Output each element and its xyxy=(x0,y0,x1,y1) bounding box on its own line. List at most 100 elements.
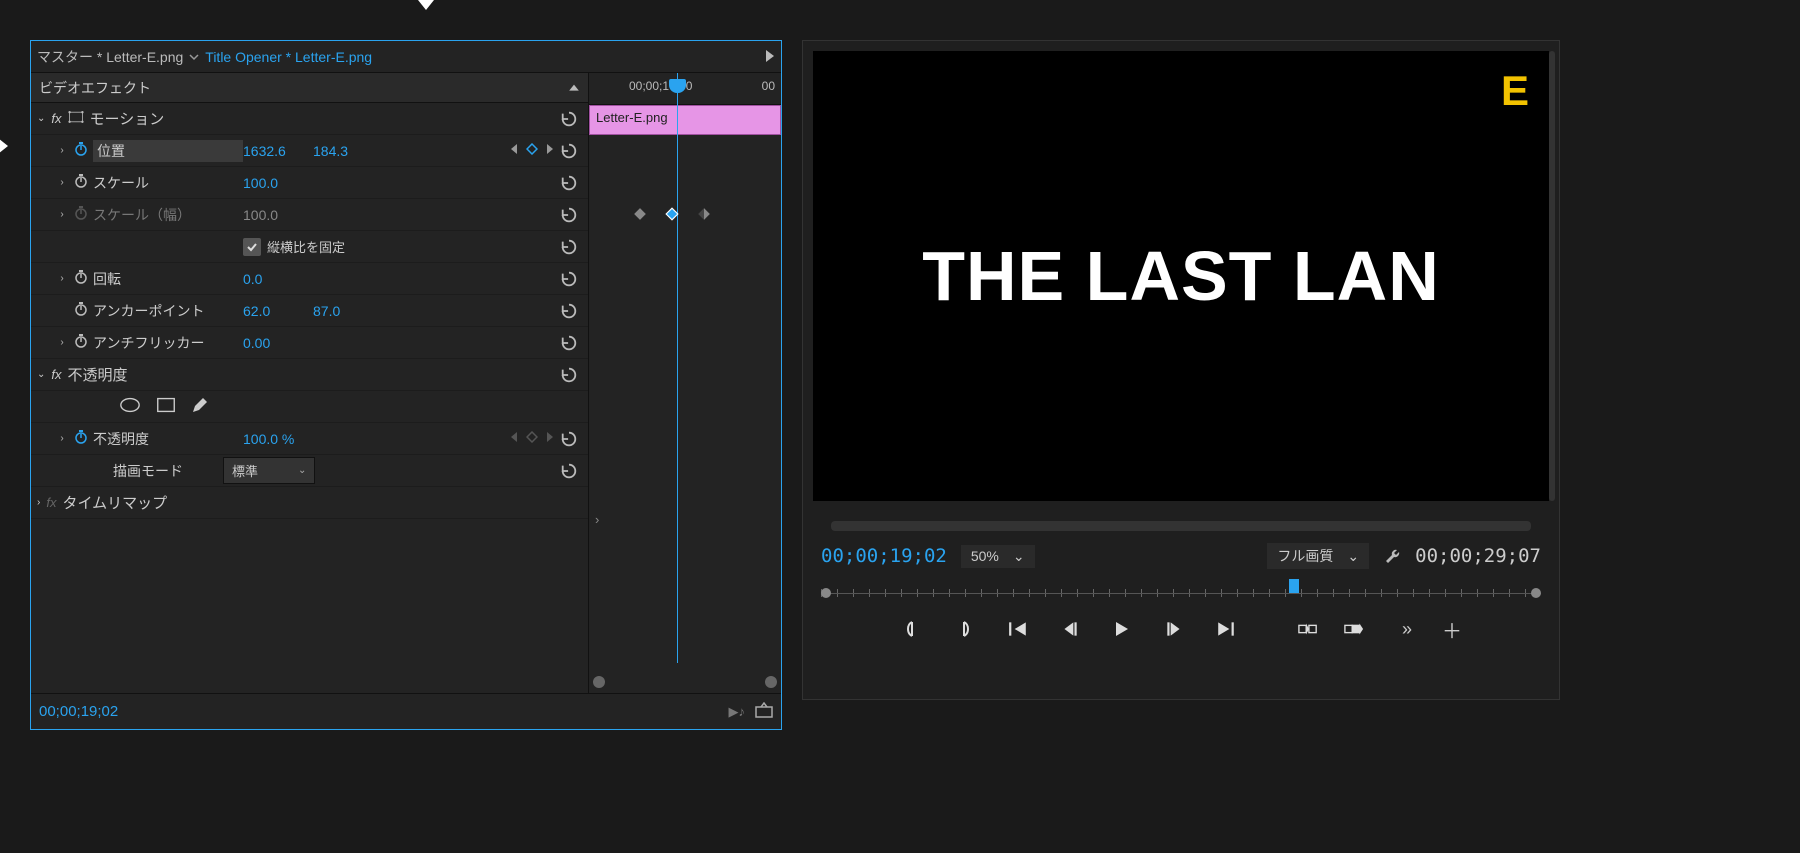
chevron-right-icon[interactable]: › xyxy=(55,145,69,156)
go-to-out-button[interactable] xyxy=(1212,615,1240,643)
sequence-clip-label[interactable]: Title Opener * Letter-E.png xyxy=(205,49,372,65)
reset-icon[interactable] xyxy=(556,238,582,256)
chevron-right-icon[interactable]: › xyxy=(55,433,69,444)
opacity-group-header[interactable]: ⌄ fx 不透明度 xyxy=(31,359,588,391)
stopwatch-icon[interactable] xyxy=(73,141,89,160)
master-clip-label[interactable]: マスター * Letter-E.png xyxy=(37,47,183,67)
antiflicker-value[interactable]: 0.00 xyxy=(243,335,313,351)
anchor-x-value[interactable]: 62.0 xyxy=(243,303,313,319)
rect-mask-icon[interactable] xyxy=(155,396,177,417)
video-effects-section[interactable]: ビデオエフェクト xyxy=(31,73,588,103)
more-buttons-icon[interactable]: » xyxy=(1402,619,1412,640)
monitor-scrub-bar[interactable] xyxy=(831,521,1531,531)
overwrite-button[interactable] xyxy=(1340,615,1368,643)
next-keyframe-icon[interactable] xyxy=(544,143,556,158)
scale-value[interactable]: 100.0 xyxy=(243,175,313,191)
motion-box-icon[interactable] xyxy=(68,109,84,128)
rotation-value[interactable]: 0.0 xyxy=(243,271,313,287)
timeline-scrollbar[interactable] xyxy=(593,677,777,687)
add-keyframe-icon[interactable] xyxy=(526,431,538,446)
timeline-ruler[interactable]: 0 00;00;16;00 00 xyxy=(589,73,781,105)
keyframe-half-icon[interactable] xyxy=(697,207,711,224)
loop-audio-icon[interactable]: ▶♪ xyxy=(729,704,746,720)
reset-icon[interactable] xyxy=(556,462,582,480)
scale-label[interactable]: スケール xyxy=(93,173,243,193)
collapse-up-icon[interactable] xyxy=(568,80,580,95)
playhead[interactable] xyxy=(677,73,678,663)
blendmode-dropdown[interactable]: 標準 ⌄ xyxy=(223,457,315,484)
timeline-clip[interactable]: Letter-E.png xyxy=(589,105,781,135)
position-y-value[interactable]: 184.3 xyxy=(313,143,383,159)
prev-keyframe-icon[interactable] xyxy=(508,143,520,158)
stopwatch-icon[interactable] xyxy=(73,269,89,288)
anchor-label[interactable]: アンカーポイント xyxy=(93,301,243,321)
position-keyframe-lane xyxy=(589,199,781,231)
chevron-right-icon[interactable]: › xyxy=(55,177,69,188)
ruler-playhead-icon[interactable] xyxy=(1289,579,1299,593)
prev-keyframe-icon[interactable] xyxy=(508,431,520,446)
reset-icon[interactable] xyxy=(556,302,582,320)
play-only-icon[interactable] xyxy=(765,49,775,65)
chevron-down-icon[interactable]: ⌄ xyxy=(37,369,45,380)
zoom-dropdown[interactable]: 50% ⌄ xyxy=(961,545,1035,568)
current-timecode[interactable]: 00;00;19;02 xyxy=(821,545,947,567)
stopwatch-icon[interactable] xyxy=(73,173,89,192)
opacity-value[interactable]: 100.0 % xyxy=(243,431,333,447)
add-keyframe-icon[interactable] xyxy=(526,143,538,158)
chevron-down-icon[interactable] xyxy=(189,49,199,65)
quality-dropdown[interactable]: フル画質 ⌄ xyxy=(1267,543,1369,569)
reset-icon[interactable] xyxy=(556,206,582,224)
reset-icon[interactable] xyxy=(556,142,582,160)
rotation-label[interactable]: 回転 xyxy=(93,269,243,289)
reset-icon[interactable] xyxy=(556,174,582,192)
effect-timeline[interactable]: 0 00;00;16;00 00 Letter-E.png › xyxy=(589,73,781,693)
reset-icon[interactable] xyxy=(556,366,582,384)
reset-icon[interactable] xyxy=(556,270,582,288)
position-x-value[interactable]: 1632.6 xyxy=(243,143,313,159)
chevron-right-icon[interactable]: › xyxy=(55,337,69,348)
step-forward-button[interactable] xyxy=(1160,615,1188,643)
ruler-end-knob[interactable] xyxy=(1531,588,1541,598)
antiflicker-label[interactable]: アンチフリッカー xyxy=(93,333,243,353)
reset-icon[interactable] xyxy=(556,334,582,352)
reset-icon[interactable] xyxy=(556,430,582,448)
footer-timecode[interactable]: 00;00;19;02 xyxy=(39,703,118,720)
chevron-right-icon[interactable]: › xyxy=(595,512,599,527)
export-frame-icon[interactable] xyxy=(755,702,773,721)
mark-out-button[interactable] xyxy=(952,615,980,643)
monitor-time-ruler[interactable] xyxy=(821,579,1541,603)
ruler-start-knob[interactable] xyxy=(821,588,831,598)
anchor-y-value[interactable]: 87.0 xyxy=(313,303,383,319)
lock-aspect-checkbox[interactable] xyxy=(243,238,261,256)
keyframe-diamond-icon[interactable] xyxy=(665,207,679,224)
stopwatch-icon[interactable] xyxy=(73,429,89,448)
position-label[interactable]: 位置 xyxy=(93,140,243,162)
chevron-right-icon[interactable]: › xyxy=(55,209,69,220)
next-keyframe-icon[interactable] xyxy=(544,431,556,446)
chevron-down-icon[interactable]: ⌄ xyxy=(37,113,45,124)
scroll-knob-right[interactable] xyxy=(765,676,777,688)
insert-button[interactable] xyxy=(1294,615,1322,643)
step-back-button[interactable] xyxy=(1056,615,1084,643)
scroll-knob-left[interactable] xyxy=(593,676,605,688)
wrench-icon[interactable] xyxy=(1383,546,1401,567)
stopwatch-icon[interactable] xyxy=(73,333,89,352)
timeremap-group-header[interactable]: › fx タイムリマップ xyxy=(31,487,588,519)
pen-mask-icon[interactable] xyxy=(191,396,209,417)
monitor-canvas[interactable]: E THE LAST LAN xyxy=(813,51,1549,501)
motion-group-label: モーション xyxy=(90,108,550,129)
play-button[interactable] xyxy=(1108,615,1136,643)
chevron-right-icon[interactable]: › xyxy=(55,273,69,284)
reset-icon[interactable] xyxy=(556,110,582,128)
opacity-label[interactable]: 不透明度 xyxy=(93,429,243,449)
mark-in-button[interactable] xyxy=(900,615,928,643)
motion-group-header[interactable]: ⌄ fx モーション xyxy=(31,103,588,135)
monitor-vertical-scrollbar[interactable] xyxy=(1549,51,1555,501)
ellipse-mask-icon[interactable] xyxy=(119,396,141,417)
keyframe-diamond-icon[interactable] xyxy=(633,207,647,224)
add-button-icon[interactable]: ＋ xyxy=(1442,615,1462,644)
chevron-right-icon[interactable]: › xyxy=(37,497,40,508)
go-to-in-button[interactable] xyxy=(1004,615,1032,643)
duration-timecode[interactable]: 00;00;29;07 xyxy=(1415,545,1541,567)
stopwatch-icon[interactable] xyxy=(73,301,89,320)
